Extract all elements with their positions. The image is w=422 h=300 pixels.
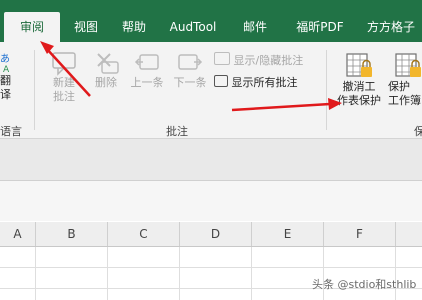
delete-label: 删除 [95,76,117,89]
column-header[interactable]: E [252,222,324,246]
tab-view[interactable]: 视图 [62,12,110,42]
comments-group-label: 批注 [166,125,188,138]
watermark: 头条 @stdio和sthlib [312,278,417,291]
next-label: 下一条 [173,76,207,89]
new-comment-icon [52,52,76,76]
cell-grid[interactable] [0,247,422,300]
tab-review[interactable]: 审阅 [4,12,60,42]
tab-fangfang[interactable]: 方方格子 [360,12,422,42]
next-comment-button[interactable]: 下一条 [170,50,210,90]
column-header-row: A B C D E F [0,222,422,247]
unprotect-sheet-icon [346,53,372,77]
column-line [323,247,324,300]
tab-audtool[interactable]: AudTool [160,12,226,42]
tab-mail[interactable]: 邮件 [232,12,278,42]
delete-icon [97,53,119,74]
collapsed-area [0,139,422,181]
column-header[interactable]: A [0,222,36,246]
column-line [35,247,36,300]
show-all-comments-label: 显示所有批注 [231,76,298,89]
protect-workbook-label-1: 保护 [388,80,410,93]
translate-button[interactable]: あ A 翻 译 [0,52,22,102]
svg-text:あ: あ [0,53,10,65]
previous-label: 上一条 [130,76,164,89]
new-comment-label-1: 新建 [53,76,75,89]
new-comment-label-2: 批注 [53,90,75,103]
column-line [395,247,396,300]
translate-label-top: 翻 [0,74,11,87]
tab-help[interactable]: 帮助 [110,12,158,42]
previous-comment-icon [134,54,159,70]
language-group-label: 语言 [0,125,22,138]
group-separator [326,50,327,130]
show-hide-comment-button[interactable]: 显示/隐藏批注 [214,52,303,69]
show-all-comments-icon [214,75,228,87]
new-comment-button[interactable]: 新建 批注 [46,50,82,104]
translate-icon: あ A [0,53,10,74]
column-header[interactable]: F [324,222,396,246]
ribbon-panel: あ A 翻 译 语言 新建 批注 删除 上一条 下一条 显示/隐藏批注 显示所有… [0,42,422,139]
protect-group-label: 保 [414,125,422,138]
protect-workbook-button[interactable]: 保护 工作簿 [388,52,422,108]
protect-workbook-icon [395,53,421,77]
formula-bar-area [0,181,422,221]
show-hide-comment-icon [214,52,230,65]
unprotect-sheet-button[interactable]: 撤消工 作表保护 [332,52,386,108]
column-header[interactable]: B [36,222,108,246]
column-header[interactable]: C [108,222,180,246]
column-header[interactable]: D [180,222,252,246]
column-line [179,247,180,300]
unprotect-sheet-label-1: 撤消工 [342,80,376,93]
protect-workbook-label-2: 工作簿 [388,94,421,107]
show-hide-comment-label: 显示/隐藏批注 [233,54,304,67]
column-line [107,247,108,300]
tab-foxit-pdf[interactable]: 福昕PDF [284,12,356,42]
row-line [0,267,422,268]
delete-comment-button[interactable]: 删除 [88,50,124,90]
ribbon-tab-bar: 审阅 视图 帮助 AudTool 邮件 福昕PDF 方方格子 [0,0,422,42]
group-separator [34,50,35,130]
next-comment-icon [178,54,203,70]
svg-text:A: A [3,65,10,74]
translate-label-bottom: 译 [0,88,11,101]
unprotect-sheet-label-2: 作表保护 [337,94,381,107]
column-line [251,247,252,300]
show-all-comments-button[interactable]: 显示所有批注 [214,75,298,91]
previous-comment-button[interactable]: 上一条 [127,50,167,90]
